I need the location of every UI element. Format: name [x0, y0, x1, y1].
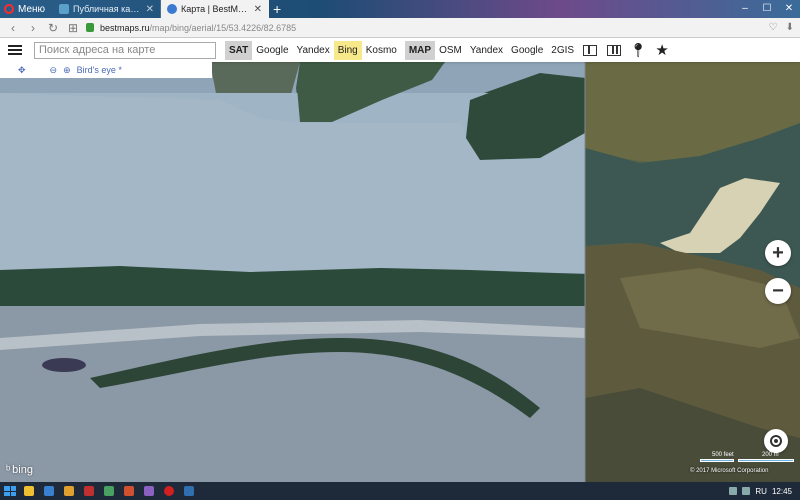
window-controls: – ☐ ✕: [734, 0, 800, 18]
taskbar-app-icon[interactable]: [40, 484, 58, 498]
map-scale: 500 feet 200 m: [700, 452, 796, 464]
reload-icon[interactable]: ↻: [46, 21, 60, 35]
clock[interactable]: 12:45: [772, 487, 792, 496]
download-icon[interactable]: ⬇: [786, 22, 794, 33]
split-three-icon[interactable]: [602, 44, 626, 56]
map-toolbar: Поиск адреса на карте SAT Google Yandex …: [0, 38, 800, 62]
address-bar: ‹ › ↻ ⊞ bestmaps.ru/map/bing/aerial/15/5…: [0, 18, 800, 38]
taskbar-app-icon[interactable]: [80, 484, 98, 498]
bing-logo-icon: ᵇ: [6, 464, 11, 476]
url-field[interactable]: bestmaps.ru/map/bing/aerial/15/53.4226/8…: [100, 23, 296, 33]
map-osm-button[interactable]: OSM: [435, 41, 466, 60]
satellite-imagery: [0, 38, 800, 482]
sat-group-label: SAT: [225, 40, 253, 60]
minimize-icon[interactable]: –: [734, 0, 756, 18]
scale-bar-feet: [700, 459, 734, 462]
sat-yandex-button[interactable]: Yandex: [293, 41, 334, 60]
url-path: /map/bing/aerial/15/53.4226/82.6785: [149, 22, 297, 33]
map-yandex-button[interactable]: Yandex: [466, 41, 507, 60]
tray-icon[interactable]: [742, 487, 751, 495]
favorites-star-icon[interactable]: ★: [650, 41, 674, 59]
close-tab-icon[interactable]: ✕: [146, 4, 154, 15]
taskbar-app-icon[interactable]: [20, 484, 38, 498]
bestmaps-favicon-icon: [167, 4, 178, 14]
sat-kosmo-button[interactable]: Kosmo: [362, 41, 401, 60]
secure-lock-icon: [86, 23, 94, 32]
opera-menu-button[interactable]: Меню: [0, 0, 53, 18]
hamburger-menu-icon[interactable]: [8, 45, 22, 55]
scale-meters-label: 200 m: [762, 452, 779, 458]
zoom-out-button[interactable]: −: [765, 278, 791, 304]
split-two-icon[interactable]: [578, 44, 602, 56]
taskbar-app-icon[interactable]: [100, 484, 118, 498]
tab-bestmaps[interactable]: Карта | BestMaps - спут ✕: [161, 0, 270, 18]
address-actions: ♡ ⬇: [769, 22, 794, 33]
cadastral-favicon-icon: [59, 4, 70, 14]
bing-logo: ᵇ bing: [6, 464, 33, 476]
taskbar-app-icon[interactable]: [60, 484, 78, 498]
locate-icon: [770, 435, 782, 447]
tray-icon[interactable]: [729, 487, 738, 495]
map-google-button[interactable]: Google: [507, 41, 547, 60]
bing-substrip: ✥ ⊖ ⊕ Bird's eye *: [0, 62, 212, 78]
tab-title: Карта | BestMaps - спут: [181, 4, 250, 14]
bing-logo-text: bing: [12, 464, 33, 476]
zoom-in-button[interactable]: +: [765, 240, 791, 266]
zoom-out-small-icon[interactable]: ⊖: [50, 65, 58, 76]
tab-title: Публичная кадастровая: [73, 4, 142, 14]
zoom-in-small-icon[interactable]: ⊕: [63, 65, 71, 76]
tab-cadastral[interactable]: Публичная кадастровая ✕: [53, 0, 162, 18]
new-tab-button[interactable]: +: [269, 0, 285, 18]
sat-bing-button[interactable]: Bing: [333, 40, 362, 60]
browser-tabbar: Меню Публичная кадастровая ✕ Карта | Bes…: [0, 0, 800, 18]
taskbar-opera-icon[interactable]: [160, 484, 178, 498]
sat-google-button[interactable]: Google: [252, 41, 292, 60]
compass-icon[interactable]: ✥: [18, 65, 26, 76]
maximize-icon[interactable]: ☐: [756, 0, 778, 18]
scale-bar-meters: [738, 459, 794, 462]
map-2gis-button[interactable]: 2GIS: [547, 41, 578, 60]
taskbar-app-icon[interactable]: [140, 484, 158, 498]
windows-taskbar: RU 12:45: [0, 482, 800, 500]
map-group-label: MAP: [404, 40, 436, 60]
close-window-icon[interactable]: ✕: [778, 0, 800, 18]
back-icon[interactable]: ‹: [6, 21, 20, 35]
system-tray: RU 12:45: [729, 487, 800, 496]
windows-start-icon[interactable]: [2, 484, 18, 498]
birds-eye-button[interactable]: Bird's eye *: [77, 65, 122, 75]
forward-icon[interactable]: ›: [26, 21, 40, 35]
speed-dial-icon[interactable]: ⊞: [66, 21, 80, 35]
favorite-heart-icon[interactable]: ♡: [769, 22, 778, 33]
url-host: bestmaps.ru: [100, 22, 150, 33]
search-input[interactable]: Поиск адреса на карте: [34, 41, 216, 59]
scale-feet-label: 500 feet: [712, 452, 734, 458]
map-canvas[interactable]: + −: [0, 38, 800, 482]
close-tab-icon[interactable]: ✕: [254, 4, 262, 15]
my-location-button[interactable]: [764, 429, 788, 453]
opera-logo-icon: [4, 4, 14, 14]
opera-menu-label: Меню: [18, 3, 46, 15]
taskbar-app-icon[interactable]: [180, 484, 198, 498]
location-pin-icon[interactable]: 📍︎: [626, 42, 650, 59]
copyright-text: © 2017 Microsoft Corporation: [690, 468, 769, 474]
language-indicator[interactable]: RU: [755, 487, 767, 496]
taskbar-app-icon[interactable]: [120, 484, 138, 498]
